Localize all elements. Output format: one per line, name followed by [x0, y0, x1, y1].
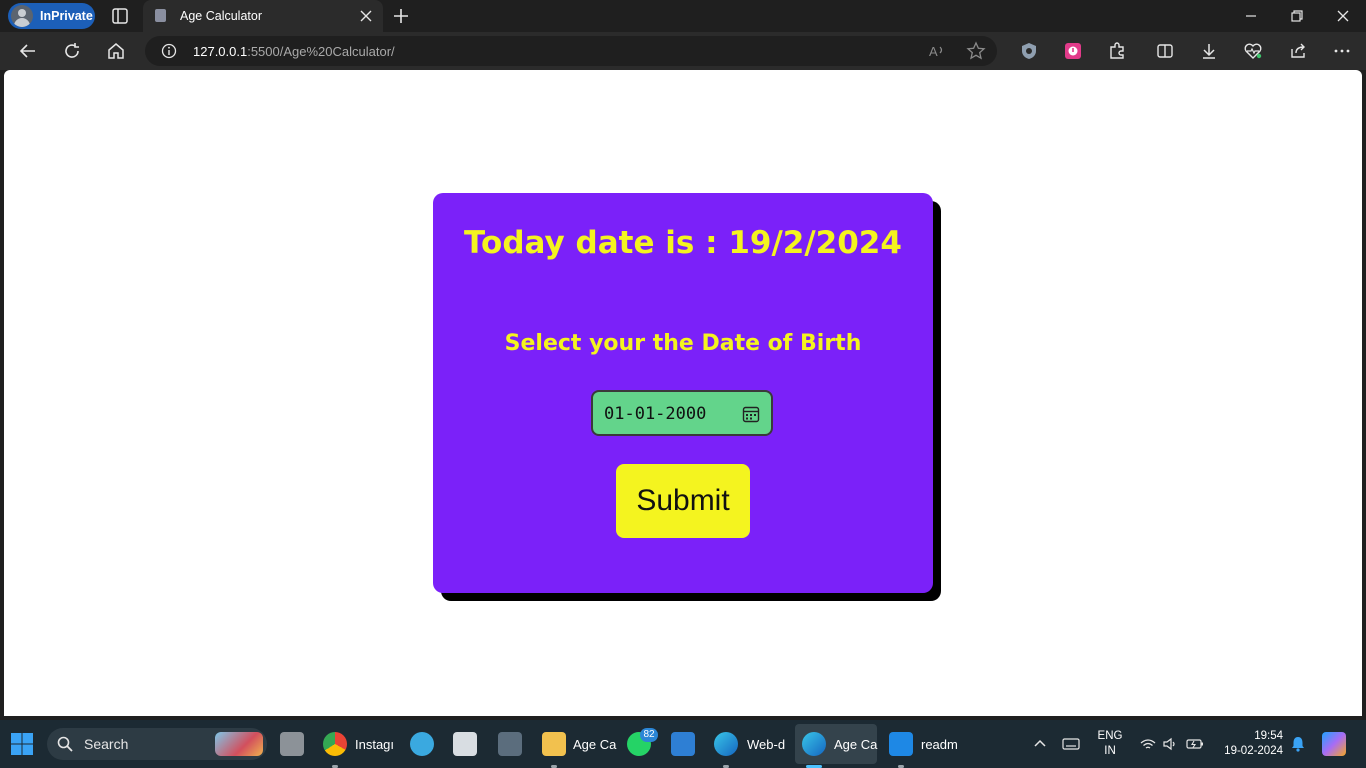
new-tab-icon[interactable] [391, 6, 411, 26]
favorite-star-icon[interactable] [966, 41, 986, 61]
downloads-icon[interactable] [1199, 41, 1219, 61]
volume-icon[interactable] [1161, 735, 1179, 753]
language-indicator[interactable]: ENG IN [1097, 729, 1123, 759]
url-host: 127.0.0.1 [193, 44, 248, 59]
chrome-icon[interactable] [323, 732, 347, 756]
back-icon[interactable] [18, 41, 38, 61]
refresh-icon[interactable] [62, 41, 82, 61]
inprivate-label: InPrivate [40, 9, 93, 23]
tab-age-calculator[interactable]: Age Calculator [143, 0, 383, 32]
notepad-icon[interactable] [671, 732, 695, 756]
windows-start-icon[interactable] [10, 732, 34, 756]
language-region: IN [1104, 745, 1116, 757]
shield-extension-icon[interactable] [1019, 41, 1039, 61]
battery-icon[interactable] [1186, 735, 1204, 753]
whatsapp-badge: 82 [640, 728, 658, 742]
system-clock[interactable]: 19:54 19-02-2024 [1215, 729, 1283, 759]
taskbar: Search Instagı Age Ca 82 Web-d Age Ca re… [0, 720, 1366, 768]
site-info-icon[interactable] [161, 43, 177, 59]
password-extension-icon[interactable] [1063, 41, 1083, 61]
tab-title: Age Calculator [180, 9, 262, 23]
file-explorer-icon[interactable] [542, 732, 566, 756]
tab-actions-icon[interactable] [110, 6, 130, 26]
close-tab-icon[interactable] [359, 9, 373, 23]
file-explorer-label: Age Ca [573, 737, 617, 752]
calendar-icon[interactable] [742, 405, 760, 423]
minimize-icon[interactable] [1241, 6, 1261, 26]
show-hidden-icons-chevron-icon[interactable] [1031, 735, 1049, 753]
taskbar-search[interactable]: Search [47, 728, 267, 760]
dob-prompt: Select your the Date of Birth [504, 331, 862, 356]
share-icon[interactable] [1288, 41, 1308, 61]
chrome-label: Instagı [355, 737, 395, 752]
clock-time: 19:54 [1254, 730, 1283, 742]
edge-age-label: Age Ca [834, 737, 878, 752]
snipping-tool-icon[interactable] [453, 732, 477, 756]
home-icon[interactable] [106, 41, 126, 61]
copilot-icon[interactable] [1322, 732, 1346, 756]
task-view-icon[interactable] [280, 732, 304, 756]
close-window-icon[interactable] [1333, 6, 1353, 26]
wifi-icon[interactable] [1139, 735, 1157, 753]
restore-icon[interactable] [1287, 6, 1307, 26]
edge-web-label: Web-d [747, 737, 786, 752]
age-calculator-card: Today date is : 19/2/2024 Select your th… [433, 193, 933, 593]
inprivate-badge[interactable]: InPrivate [8, 3, 95, 29]
web-page: Today date is : 19/2/2024 Select your th… [4, 70, 1362, 716]
keyboard-icon[interactable] [1062, 735, 1080, 753]
read-aloud-icon[interactable]: A [927, 41, 947, 61]
notification-bell-icon[interactable] [1289, 735, 1307, 753]
url-text: 127.0.0.1:5500/Age%20Calculator/ [193, 44, 395, 59]
search-icon [57, 736, 73, 752]
calculator-icon[interactable] [498, 732, 522, 756]
today-date-heading: Today date is : 19/2/2024 [464, 225, 902, 261]
calculator-favicon-icon [155, 9, 166, 22]
svg-text:A: A [929, 44, 938, 59]
dob-date-input[interactable]: 01-01-2000 [591, 390, 773, 436]
address-bar[interactable]: 127.0.0.1:5500/Age%20Calculator/ A [145, 36, 997, 66]
vscode-label: readm [921, 737, 958, 752]
url-path: :5500/Age%20Calculator/ [247, 44, 395, 59]
browser-essentials-icon[interactable] [1243, 41, 1263, 61]
weather-globe-icon[interactable] [410, 732, 434, 756]
tab-bar: InPrivate Age Calculator [0, 0, 1366, 32]
vscode-icon[interactable] [889, 732, 913, 756]
navigation-bar: 127.0.0.1:5500/Age%20Calculator/ A [0, 32, 1366, 70]
more-menu-icon[interactable] [1332, 41, 1352, 61]
search-placeholder: Search [84, 736, 129, 752]
split-screen-icon[interactable] [1155, 41, 1175, 61]
language-code: ENG [1097, 730, 1123, 742]
edge-icon[interactable] [714, 732, 738, 756]
edge-private-icon[interactable] [802, 732, 826, 756]
dob-value: 01-01-2000 [604, 404, 707, 424]
clock-date: 19-02-2024 [1224, 745, 1283, 757]
search-highlight-image [215, 732, 263, 756]
extensions-icon[interactable] [1107, 41, 1127, 61]
profile-avatar-icon [11, 5, 33, 27]
submit-button[interactable]: Submit [616, 464, 750, 538]
